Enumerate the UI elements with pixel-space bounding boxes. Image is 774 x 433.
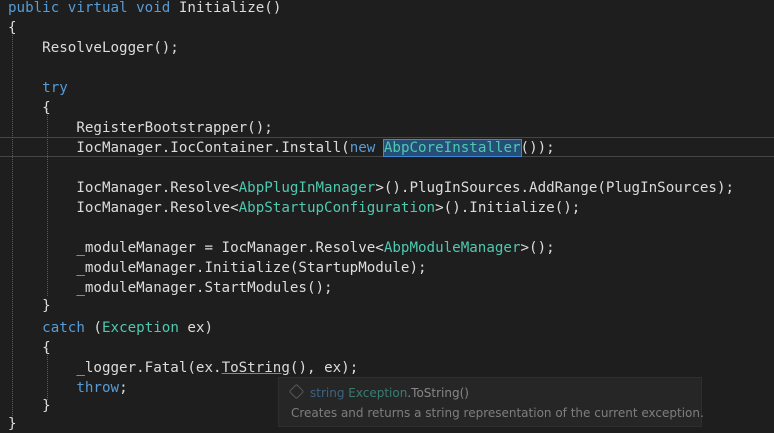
code-editor[interactable]: public virtual void Initialize() { Resol… [0,0,774,433]
tooltip-description: Creates and returns a string representat… [291,406,704,420]
tooltip-member: .ToString() [407,386,469,400]
code-line[interactable]: IocManager.IocContainer.Install(new AbpC… [8,138,555,158]
code-text: ResolveLogger(); [42,40,179,56]
code-line[interactable]: } [8,296,51,316]
code-text: { [42,340,51,356]
quickinfo-tooltip: string Exception.ToString() Creates and … [278,377,704,427]
type-name: AbpModuleManager [383,240,521,256]
code-text: _moduleManager.Initialize(StartupModule)… [76,260,427,276]
code-line[interactable]: } [8,414,17,433]
code-text: >().PlugInSources.AddRange(PlugInSources… [375,180,735,196]
code-text: _logger.Fatal(ex. [76,360,222,376]
code-text: IocManager.Resolve< [76,180,239,196]
code-text: IocManager.Resolve< [76,200,239,216]
keyword: throw [76,380,120,396]
code-text: (), ex); [289,360,359,376]
code-text: { [42,100,51,116]
keyword: void [136,0,171,16]
tooltip-signature: string Exception.ToString() [288,383,469,400]
code-line[interactable]: _moduleManager = IocManager.Resolve<AbpM… [8,238,555,258]
code-line[interactable]: } [8,396,51,416]
code-line[interactable]: { [8,18,17,38]
code-text: >(); [520,240,555,256]
code-text: } [42,298,51,314]
code-line[interactable]: public virtual void Initialize() [8,0,281,18]
code-line[interactable]: RegisterBootstrapper(); [8,118,273,138]
code-line[interactable]: _logger.Fatal(ex.ToString(), ex); [8,358,358,378]
code-line[interactable]: throw; [8,378,128,398]
code-line[interactable]: IocManager.Resolve<AbpStartupConfigurati… [8,198,580,218]
method-call-hovered[interactable]: ToString [222,360,290,376]
keyword: catch [42,320,85,336]
method-icon [288,383,305,400]
keyword: new [349,140,376,156]
code-text: _moduleManager.StartModules(); [76,280,333,296]
code-text: ex) [178,320,214,336]
tooltip-class-name: Exception [348,386,408,400]
code-text: _moduleManager = IocManager.Resolve< [76,240,384,256]
code-text: ()); [520,140,555,156]
method-name: Initialize [178,0,265,16]
code-line[interactable]: { [8,338,51,358]
keyword: try [42,80,68,96]
code-text: } [8,416,17,432]
code-line[interactable]: catch (Exception ex) [8,318,213,338]
code-text: } [42,398,51,414]
code-line[interactable]: ResolveLogger(); [8,38,179,58]
code-text: IocManager.IocContainer.Install( [76,140,350,156]
keyword: public [8,0,60,16]
code-text: >().Initialize(); [435,200,581,216]
code-text: RegisterBootstrapper(); [76,120,273,136]
code-line[interactable]: _moduleManager.StartModules(); [8,278,333,298]
keyword: virtual [67,0,128,16]
code-text: ; [119,380,128,396]
type-name: AbpPlugInManager [238,180,376,196]
code-line[interactable]: { [8,98,51,118]
code-text: () [264,0,282,16]
highlighted-type-name[interactable]: AbpCoreInstaller [382,139,522,157]
type-name: Exception [101,320,179,336]
code-line[interactable]: try [8,78,68,98]
code-line[interactable]: _moduleManager.Initialize(StartupModule)… [8,258,427,278]
code-line[interactable]: IocManager.Resolve<AbpPlugInManager>().P… [8,178,734,198]
code-text: { [8,20,17,36]
code-text: ( [84,320,102,336]
tooltip-return-type: string [310,386,345,400]
type-name: AbpStartupConfiguration [238,200,436,216]
